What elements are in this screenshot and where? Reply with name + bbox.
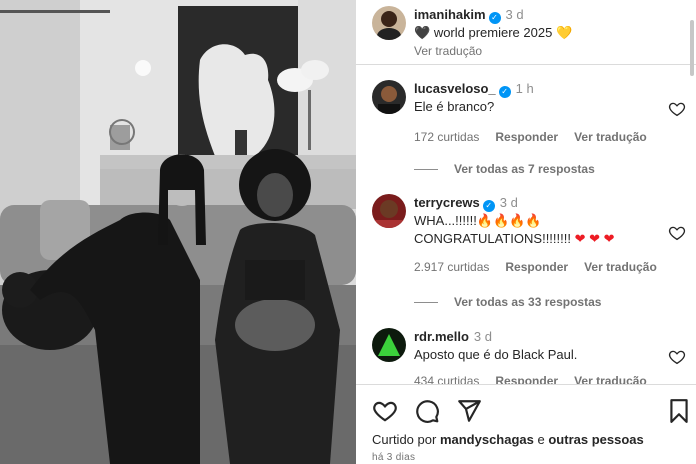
send-icon[interactable] [456, 398, 482, 424]
liked-by-summary: Curtido por mandyschagas e outras pessoa… [372, 432, 644, 447]
post-date: há 3 dias [372, 452, 416, 463]
scrollbar[interactable] [690, 20, 694, 76]
liked-by-others[interactable]: outras pessoas [548, 432, 643, 447]
likes-count[interactable]: 2.917 curtidas [414, 260, 489, 274]
commenter-avatar[interactable] [372, 80, 406, 114]
comment-icon[interactable] [414, 398, 440, 424]
liked-by-user[interactable]: mandyschagas [440, 432, 534, 447]
commenter-avatar[interactable] [372, 328, 406, 362]
verified-badge-icon: ✓ [488, 12, 501, 24]
comment-meta: 172 curtidas Responder Ver tradução [414, 130, 664, 144]
post-photo[interactable] [0, 0, 356, 464]
like-comment-heart-icon[interactable] [668, 100, 686, 118]
caption-text: 🖤 world premiere 2025 💛 [414, 25, 573, 40]
comments-panel: imanihakim ✓ 3 d 🖤 world premiere 2025 💛 V… [356, 0, 696, 464]
author-avatar[interactable] [372, 6, 406, 40]
comment-text-line2: CONGRATULATIONS!!!!!!!! ❤ ❤ ❤ [414, 231, 615, 246]
like-comment-heart-icon[interactable] [668, 348, 686, 366]
comment-time: 3 d [473, 329, 492, 344]
post-photo-illustration [0, 0, 356, 464]
translate-button[interactable]: Ver tradução [574, 130, 647, 144]
view-replies-link[interactable]: Ver todas as 7 respostas [414, 162, 595, 176]
translate-button[interactable]: Ver tradução [584, 260, 657, 274]
author-username[interactable]: imanihakim [414, 7, 486, 22]
replies-line [414, 169, 438, 171]
post-actions-bar [356, 394, 696, 428]
comment-time: 1 h [515, 81, 534, 96]
like-comment-heart-icon[interactable] [668, 224, 686, 242]
reply-button[interactable]: Responder [505, 260, 568, 274]
verified-badge-icon: ✓ [498, 86, 511, 98]
divider [356, 64, 696, 65]
bookmark-icon[interactable] [666, 398, 692, 424]
black-heart-emoji: 🖤 [414, 25, 431, 40]
likes-count[interactable]: 172 curtidas [414, 130, 479, 144]
divider [356, 384, 696, 385]
comment-text: Aposto que é do Black Paul. [414, 347, 578, 362]
heart-outline-icon[interactable] [372, 398, 398, 424]
commenter-avatar[interactable] [372, 194, 406, 228]
verified-badge-icon: ✓ [482, 200, 495, 212]
commenter-username[interactable]: lucasveloso_ [414, 81, 496, 96]
red-hearts-emoji: ❤ ❤ ❤ [570, 231, 615, 246]
comment-time: 3 d [499, 195, 518, 210]
translate-link[interactable]: Ver tradução [414, 42, 664, 60]
post-time: 3 d [505, 7, 524, 22]
comment-text-line1: WHA...!!!!!!🔥🔥🔥🔥 [414, 213, 542, 228]
view-replies-link[interactable]: Ver todas as 33 respostas [414, 295, 601, 309]
yellow-heart-emoji: 💛 [555, 25, 573, 40]
commenter-username[interactable]: rdr.mello [414, 329, 469, 344]
comment-meta: 2.917 curtidas Responder Ver tradução [414, 260, 664, 274]
reply-button[interactable]: Responder [495, 374, 558, 384]
replies-line [414, 302, 438, 304]
likes-count[interactable]: 434 curtidas [414, 374, 479, 384]
commenter-username[interactable]: terrycrews [414, 195, 480, 210]
reply-button[interactable]: Responder [495, 130, 558, 144]
comment-meta-clipped: 434 curtidas Responder Ver tradução [414, 374, 694, 384]
comment-text: Ele é branco? [414, 99, 495, 114]
translate-button[interactable]: Ver tradução [574, 374, 647, 384]
